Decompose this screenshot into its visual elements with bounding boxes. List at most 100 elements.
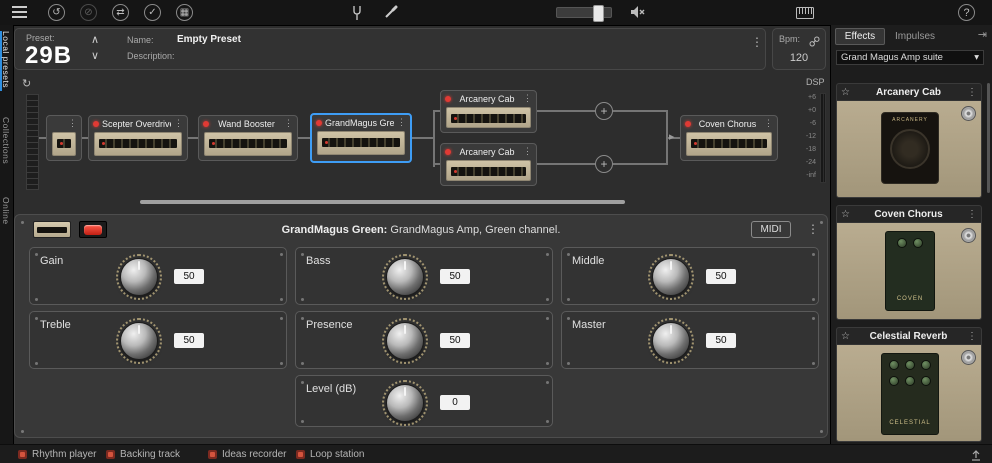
gain-knob[interactable] [120,258,158,296]
sidebar-item-online[interactable]: Online [1,197,11,225]
loop-station-label: Loop station [310,449,365,460]
panel-collapse-icon[interactable]: ⇥ [978,28,987,41]
sidebar-item-local-presets[interactable]: Local presets [1,31,11,88]
speaker-icon [890,129,930,169]
library-card-coven-chorus[interactable]: ☆ Coven Chorus ⋮ COVEN [836,205,982,320]
midi-button[interactable]: MIDI [751,221,791,238]
block-menu-icon[interactable]: ⋮ [174,118,183,129]
library-scrollbar[interactable] [987,83,990,193]
chain-wire [537,163,595,165]
chain-block-scepter-overdrive[interactable]: Scepter Overdrive ⋮ [88,115,188,161]
preset-name-value[interactable]: Empty Preset [177,34,241,45]
tab-impulses[interactable]: Impulses [895,28,935,45]
library-card-celestial-reverb[interactable]: ☆ Celestial Reverb ⋮ CELESTIAL [836,327,982,442]
block-menu-icon[interactable]: ⋮ [523,146,532,157]
add-block-button-bottom[interactable]: + [595,155,613,173]
bpm-box: Bpm: 120 [772,28,826,70]
sync-icon[interactable]: ⇄ [112,4,129,21]
output-level-slider[interactable] [556,7,612,18]
card-image: CELESTIAL [837,344,981,441]
backing-track-button[interactable]: Backing track [106,449,180,460]
slider-handle[interactable] [593,5,604,22]
preset-up-icon[interactable]: ∧ [87,33,103,46]
library-card-arcanery-cab[interactable]: ☆ Arcanery Cab ⋮ ARCANERY [836,83,982,198]
preset-menu-icon[interactable]: ⋮ [751,35,763,49]
level-value[interactable]: 0 [440,395,470,410]
preset-disc-icon[interactable] [961,228,976,243]
tuner-icon[interactable] [352,5,362,26]
card-menu-icon[interactable]: ⋮ [967,331,977,342]
library-panel: Effects Impulses ⇥ Grand Magus Amp suite… [830,25,992,444]
loop-station-button[interactable]: Loop station [296,449,365,460]
bass-knob[interactable] [386,258,424,296]
chain-block-coven-chorus[interactable]: Coven Chorus ⋮ [680,115,778,161]
tab-effects[interactable]: Effects [835,28,885,45]
meter-tick: -12 [798,130,816,143]
master-value[interactable]: 50 [706,333,736,348]
ideas-recorder-button[interactable]: Ideas recorder [208,449,286,460]
treble-value[interactable]: 50 [174,333,204,348]
block-menu-icon[interactable]: ⋮ [523,93,532,104]
help-icon[interactable]: ? [958,4,975,21]
block-title: Scepter Overdrive [102,119,171,129]
add-block-button-top[interactable]: + [595,102,613,120]
preset-disc-icon[interactable] [961,106,976,121]
card-menu-icon[interactable]: ⋮ [967,209,977,220]
expand-dock-icon[interactable] [970,448,982,463]
chain-block-grandmagus-green[interactable]: GrandMagus Green ⋮ [310,113,412,163]
middle-value[interactable]: 50 [706,269,736,284]
metronome-icon[interactable]: ▦ [176,4,193,21]
preset-down-icon[interactable]: ∨ [87,49,103,62]
param-cell-level: Level (dB) 0 [295,375,553,427]
chain-block-arcanery-cab-b[interactable]: Arcanery Cab ⋮ [440,143,537,186]
card-title: Arcanery Cab [854,87,963,98]
card-menu-icon[interactable]: ⋮ [967,87,977,98]
block-menu-icon[interactable]: ⋮ [397,117,406,128]
category-select[interactable]: Grand Magus Amp suite ▾ [836,50,984,65]
presence-value[interactable]: 50 [440,333,470,348]
block-menu-icon[interactable]: ⋮ [68,118,77,129]
master-knob[interactable] [652,322,690,360]
backing-track-icon [106,450,115,459]
power-led[interactable] [93,121,99,127]
power-led[interactable] [445,96,451,102]
app-window: ↺ ⊘ ⇄ ✓ ▦ ? Local presets Collections On… [0,0,992,463]
power-led[interactable] [685,121,691,127]
bpm-link-icon[interactable] [809,34,820,52]
chain-horizontal-scrollbar[interactable] [140,200,625,204]
preset-disc-icon[interactable] [961,350,976,365]
middle-knob[interactable] [652,258,690,296]
rhythm-player-button[interactable]: Rhythm player [18,449,96,460]
history-icon[interactable]: ↺ [48,4,65,21]
menu-icon[interactable] [12,6,27,8]
treble-knob[interactable] [120,322,158,360]
bpm-value[interactable]: 120 [773,52,825,64]
editor-menu-icon[interactable]: ⋮ [807,222,819,236]
block-menu-icon[interactable]: ⋮ [284,118,293,129]
level-knob[interactable] [386,384,424,422]
favorite-star-icon[interactable]: ☆ [841,331,850,342]
check-icon[interactable]: ✓ [144,4,161,21]
dsp-meter-scale: +6 +0 -6 -12 -18 -24 -inf [798,91,816,182]
chevron-down-icon: ▾ [974,52,979,63]
block-menu-icon[interactable]: ⋮ [764,118,773,129]
midi-keyboard-icon[interactable] [796,6,814,24]
favorite-star-icon[interactable]: ☆ [841,87,850,98]
chain-block-arcanery-cab-a[interactable]: Arcanery Cab ⋮ [440,90,537,133]
favorite-star-icon[interactable]: ☆ [841,209,850,220]
bass-value[interactable]: 50 [440,269,470,284]
power-led[interactable] [445,149,451,155]
chain-block-partial[interactable]: ⋮ [46,115,82,161]
chain-block-wand-booster[interactable]: Wand Booster ⋮ [198,115,298,161]
block-title: Wand Booster [212,119,281,129]
gain-value[interactable]: 50 [174,269,204,284]
offline-icon[interactable]: ⊘ [80,4,97,21]
input-node-icon[interactable]: ↻ [22,77,31,90]
mute-icon[interactable] [630,5,646,24]
sidebar-item-collections[interactable]: Collections [1,117,11,164]
power-led[interactable] [203,121,209,127]
power-led[interactable] [316,120,322,126]
param-cell-gain: Gain 50 [29,247,287,305]
presence-knob[interactable] [386,322,424,360]
edit-brush-icon[interactable] [384,5,398,24]
